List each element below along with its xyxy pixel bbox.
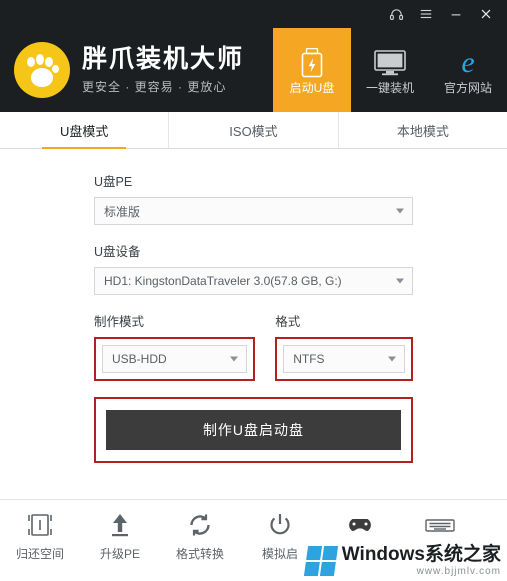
mode-select[interactable]: USB-HDD: [102, 345, 248, 373]
pe-select[interactable]: 标准版: [94, 197, 413, 225]
format-convert-icon: [187, 510, 213, 540]
close-icon[interactable]: [471, 1, 501, 27]
restore-space-icon: [28, 510, 52, 540]
mode-format-row: 制作模式 USB-HDD 格式 NTFS: [94, 311, 413, 381]
ie-icon: e: [461, 46, 475, 79]
device-select-value: HD1: KingstonDataTraveler 3.0(57.8 GB, G…: [104, 274, 342, 288]
usb-mode-form: U盘PE 标准版 U盘设备 HD1: KingstonDataTraveler …: [0, 149, 507, 463]
tab-iso-mode[interactable]: ISO模式: [169, 112, 339, 148]
app-header: 胖爪装机大师 更安全 · 更容易 · 更放心 启动U盘 一键装机 e 官方网站: [0, 28, 507, 112]
mode-select-value: USB-HDD: [112, 352, 167, 366]
format-column: 格式 NTFS: [275, 311, 413, 381]
nav-item-official-site[interactable]: e 官方网站: [429, 28, 507, 112]
mode-column: 制作模式 USB-HDD: [94, 311, 256, 381]
game-controller-icon: [345, 510, 375, 540]
simulate-boot-icon: [268, 510, 292, 540]
watermark: Windows系统之家 www.bjjmlv.com: [303, 544, 501, 577]
bottom-item-upgrade-pe[interactable]: 升级PE: [80, 510, 160, 562]
nav-label-one-key-install: 一键装机: [365, 81, 414, 95]
tab-local-mode-label: 本地模式: [396, 123, 449, 139]
format-label: 格式: [275, 315, 301, 329]
format-select[interactable]: NTFS: [283, 345, 405, 373]
usb-icon: [301, 46, 323, 80]
device-label: U盘设备: [94, 245, 141, 259]
upgrade-pe-icon: [108, 510, 132, 540]
bottom-label-format-convert: 格式转换: [175, 547, 224, 561]
tab-usb-mode[interactable]: U盘模式: [0, 112, 170, 148]
make-usb-boot-disk-button[interactable]: 制作U盘启动盘: [106, 410, 401, 450]
monitor-icon: [374, 46, 406, 80]
make-usb-boot-disk-label: 制作U盘启动盘: [202, 422, 305, 438]
watermark-text: Windows系统之家 www.bjjmlv.com: [341, 544, 501, 577]
device-select[interactable]: HD1: KingstonDataTraveler 3.0(57.8 GB, G…: [94, 267, 413, 295]
chevron-down-icon: [388, 356, 396, 362]
format-select-value: NTFS: [293, 352, 325, 366]
brand-block: 胖爪装机大师 更安全 · 更容易 · 更放心: [82, 45, 244, 95]
chevron-down-icon: [396, 278, 404, 284]
watermark-main: Windows系统之家: [341, 544, 501, 566]
bottom-label-restore-space: 归还空间: [15, 547, 64, 561]
bottom-label-upgrade-pe: 升级PE: [99, 547, 140, 561]
bottom-item-restore-space[interactable]: 归还空间: [0, 510, 80, 562]
header-nav: 启动U盘 一键装机 e 官方网站: [273, 28, 507, 112]
brand-title: 胖爪装机大师: [82, 45, 245, 74]
mode-highlight-box: USB-HDD: [94, 337, 256, 381]
bottom-label-simulate-boot: 模拟启: [261, 547, 298, 561]
windows-logo-icon: [303, 546, 338, 577]
minimize-icon[interactable]: [441, 1, 471, 27]
nav-item-one-key-install[interactable]: 一键装机: [351, 28, 429, 112]
title-bar: [0, 0, 507, 28]
pe-label: U盘PE: [94, 175, 133, 189]
tab-local-mode[interactable]: 本地模式: [339, 112, 507, 148]
watermark-sub: www.bjjmlv.com: [416, 566, 501, 577]
bottom-item-keyboard[interactable]: [400, 510, 480, 545]
chevron-down-icon: [230, 356, 239, 362]
app-logo: [14, 42, 70, 98]
tab-iso-mode-label: ISO模式: [229, 123, 278, 139]
nav-label-usb-boot: 启动U盘: [289, 81, 335, 95]
keyboard-icon: [425, 510, 455, 540]
format-highlight-box: NTFS: [275, 337, 413, 381]
mode-label: 制作模式: [94, 315, 145, 329]
menu-icon[interactable]: [411, 1, 441, 27]
mode-tabs: U盘模式 ISO模式 本地模式: [0, 112, 507, 149]
nav-item-usb-boot[interactable]: 启动U盘: [273, 28, 351, 112]
make-button-highlight-box: 制作U盘启动盘: [94, 397, 413, 463]
headset-icon[interactable]: [381, 1, 411, 27]
pe-select-value: 标准版: [104, 204, 141, 219]
tab-usb-mode-label: U盘模式: [59, 123, 109, 139]
bottom-item-format-convert[interactable]: 格式转换: [160, 510, 240, 562]
bottom-item-game-controller[interactable]: [320, 510, 400, 545]
nav-label-official-site: 官方网站: [443, 81, 492, 95]
chevron-down-icon: [396, 208, 404, 214]
brand-subtitle: 更安全 · 更容易 · 更放心: [82, 79, 227, 94]
